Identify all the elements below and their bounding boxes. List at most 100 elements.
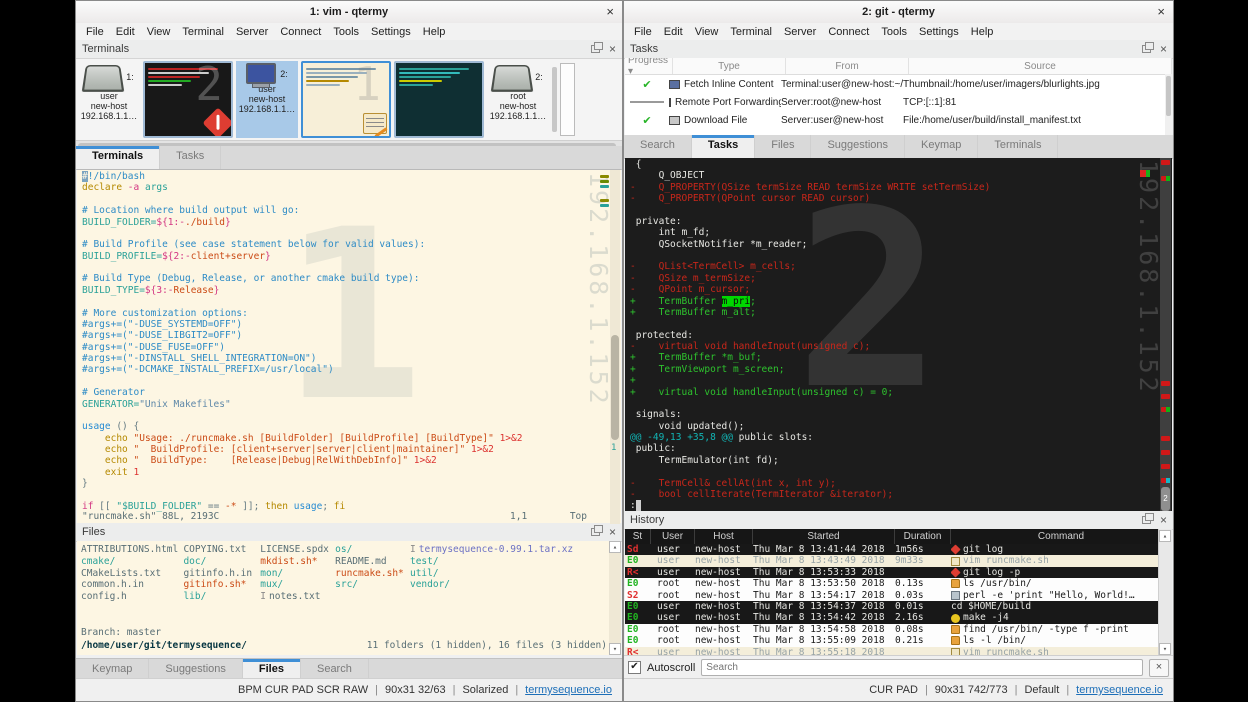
- history-row[interactable]: Sdusernew-hostThu Mar 8 13:41:44 20181m5…: [625, 544, 1172, 555]
- server-thumbnail[interactable]: 2:rootnew-host192.168.1.1…: [487, 61, 549, 138]
- close-panel-icon[interactable]: ×: [1160, 515, 1167, 525]
- terminal-vscrollbar[interactable]: 2: [1160, 158, 1171, 511]
- file-item[interactable]: mux/: [260, 579, 335, 591]
- file-item[interactable]: common.h.in: [81, 579, 183, 591]
- menu-settings[interactable]: Settings: [365, 26, 417, 38]
- tab-search[interactable]: Search: [624, 135, 692, 158]
- file-item[interactable]: Inotes.txt: [260, 591, 335, 603]
- file-item[interactable]: mkdist.sh*: [260, 556, 335, 568]
- vscrollbar-thumb[interactable]: [611, 335, 619, 440]
- file-item[interactable]: gitinfo.sh*: [183, 579, 260, 591]
- server-thumbnail[interactable]: 2:usernew-host192.168.1.1…: [236, 61, 298, 138]
- history-row[interactable]: E0usernew-hostThu Mar 8 13:54:37 20180.0…: [625, 601, 1172, 612]
- file-item[interactable]: mon/: [260, 568, 335, 580]
- menu-connect[interactable]: Connect: [822, 26, 875, 38]
- file-item[interactable]: os/: [335, 544, 410, 556]
- left-close-icon[interactable]: ×: [606, 1, 614, 23]
- file-item[interactable]: ATTRIBUTIONS.html: [81, 544, 183, 556]
- history-row[interactable]: R<usernew-hostThu Mar 8 13:53:33 2018git…: [625, 567, 1172, 578]
- tab-tasks[interactable]: Tasks: [692, 135, 755, 158]
- file-item[interactable]: src/: [335, 579, 410, 591]
- menu-view[interactable]: View: [141, 26, 177, 38]
- tasks-column-header-type[interactable]: Type: [673, 58, 786, 74]
- file-item[interactable]: README.md: [335, 556, 410, 568]
- tasks-column-header-from[interactable]: From: [786, 58, 909, 74]
- tab-terminals[interactable]: Terminals: [76, 146, 160, 169]
- file-item[interactable]: test/: [410, 556, 607, 568]
- right-close-icon[interactable]: ×: [1157, 1, 1165, 23]
- file-item[interactable]: lib/: [183, 591, 260, 603]
- tasks-column-header-source[interactable]: Source: [909, 58, 1172, 74]
- menu-help[interactable]: Help: [965, 26, 1000, 38]
- file-item[interactable]: config.h: [81, 591, 183, 603]
- tasks-column-header-progress[interactable]: Progress ▾: [625, 58, 673, 74]
- git-terminal[interactable]: 2 192.168.1.152 { Q_OBJECT- Q_PROPERTY(Q…: [625, 158, 1172, 511]
- menu-connect[interactable]: Connect: [274, 26, 327, 38]
- terminal-thumbnail-partial[interactable]: [560, 63, 575, 136]
- file-item[interactable]: CMakeLists.txt: [81, 568, 183, 580]
- menu-terminal[interactable]: Terminal: [176, 26, 230, 38]
- termysequence-link[interactable]: termysequence.io: [1076, 684, 1163, 696]
- tasks-vscrollbar[interactable]: [1165, 74, 1172, 135]
- float-panel-icon[interactable]: [1142, 45, 1151, 53]
- task-row[interactable]: ✔Download FileServer:user@new-hostFile:/…: [625, 111, 1172, 129]
- file-item[interactable]: gitinfo.h.in: [183, 568, 260, 580]
- history-column-header-host[interactable]: Host: [695, 529, 753, 544]
- right-titlebar[interactable]: 2: git - qtermy ×: [624, 1, 1173, 24]
- task-row[interactable]: Remote Port ForwardingServer:root@new-ho…: [625, 93, 1172, 111]
- task-row[interactable]: ✔Fetch Inline ContentTerminal:user@new-h…: [625, 75, 1172, 93]
- menu-terminal[interactable]: Terminal: [724, 26, 778, 38]
- history-row[interactable]: E0rootnew-hostThu Mar 8 13:53:50 20180.1…: [625, 578, 1172, 589]
- tab-keymap[interactable]: Keymap: [905, 135, 978, 158]
- vim-vscrollbar[interactable]: 1: [610, 170, 620, 524]
- float-panel-icon[interactable]: [1142, 516, 1151, 524]
- file-item[interactable]: COPYING.txt: [183, 544, 260, 556]
- scroll-down-button[interactable]: ▾: [1159, 643, 1171, 655]
- history-column-header-duration[interactable]: Duration: [895, 529, 951, 544]
- file-item[interactable]: LICENSE.spdx: [260, 544, 335, 556]
- scroll-up-button[interactable]: ▴: [609, 541, 621, 553]
- terminal-thumbnail[interactable]: [394, 61, 484, 138]
- close-panel-icon[interactable]: ×: [609, 527, 616, 537]
- menu-file[interactable]: File: [628, 26, 658, 38]
- tab-suggestions[interactable]: Suggestions: [811, 135, 905, 158]
- file-item[interactable]: Itermysequence-0.99.1.tar.xz: [410, 544, 607, 556]
- history-column-header-started[interactable]: Started: [753, 529, 895, 544]
- scroll-down-button[interactable]: ▾: [609, 643, 621, 655]
- history-row[interactable]: E0usernew-hostThu Mar 8 13:54:42 20182.1…: [625, 612, 1172, 623]
- history-column-header-st[interactable]: St: [625, 529, 651, 544]
- scroll-up-button[interactable]: ▴: [1159, 530, 1171, 542]
- menu-server[interactable]: Server: [230, 26, 274, 38]
- history-row[interactable]: E0rootnew-hostThu Mar 8 13:54:58 20180.0…: [625, 624, 1172, 635]
- autoscroll-checkbox[interactable]: ✔: [628, 661, 641, 674]
- server-thumbnail[interactable]: 1:usernew-host192.168.1.1…: [78, 61, 140, 138]
- file-item[interactable]: cmake/: [81, 556, 183, 568]
- float-panel-icon[interactable]: [591, 45, 600, 53]
- file-item[interactable]: doc/: [183, 556, 260, 568]
- menu-help[interactable]: Help: [417, 26, 452, 38]
- history-row[interactable]: S2rootnew-hostThu Mar 8 13:54:17 20180.0…: [625, 590, 1172, 601]
- menu-settings[interactable]: Settings: [913, 26, 965, 38]
- vscrollbar-thumb[interactable]: 2: [1161, 487, 1170, 511]
- menu-view[interactable]: View: [689, 26, 725, 38]
- file-item[interactable]: runcmake.sh*: [335, 568, 410, 580]
- file-item[interactable]: vendor/: [410, 579, 607, 591]
- history-row[interactable]: E0rootnew-hostThu Mar 8 13:55:09 20180.2…: [625, 635, 1172, 646]
- history-column-header-command[interactable]: Command: [951, 529, 1172, 544]
- tab-terminals[interactable]: Terminals: [978, 135, 1058, 158]
- terminal-thumbnail[interactable]: 2: [143, 61, 233, 138]
- menu-file[interactable]: File: [80, 26, 110, 38]
- left-titlebar[interactable]: 1: vim - qtermy ×: [76, 1, 622, 24]
- files-vscrollbar[interactable]: ▴ ▾: [609, 541, 621, 655]
- search-input[interactable]: [701, 659, 1143, 676]
- file-item[interactable]: util/: [410, 568, 607, 580]
- termysequence-link[interactable]: termysequence.io: [525, 684, 612, 696]
- close-panel-icon[interactable]: ×: [1160, 44, 1167, 54]
- tab-tasks[interactable]: Tasks: [160, 146, 221, 169]
- history-column-header-user[interactable]: User: [651, 529, 695, 544]
- clear-search-button[interactable]: ×: [1149, 659, 1169, 677]
- vim-terminal[interactable]: 1 192.168.1.152 #!/bin/bashdeclare -a ar…: [77, 169, 621, 524]
- float-panel-icon[interactable]: [591, 528, 600, 536]
- terminal-thumbnail[interactable]: 1: [301, 61, 391, 138]
- menu-edit[interactable]: Edit: [658, 26, 689, 38]
